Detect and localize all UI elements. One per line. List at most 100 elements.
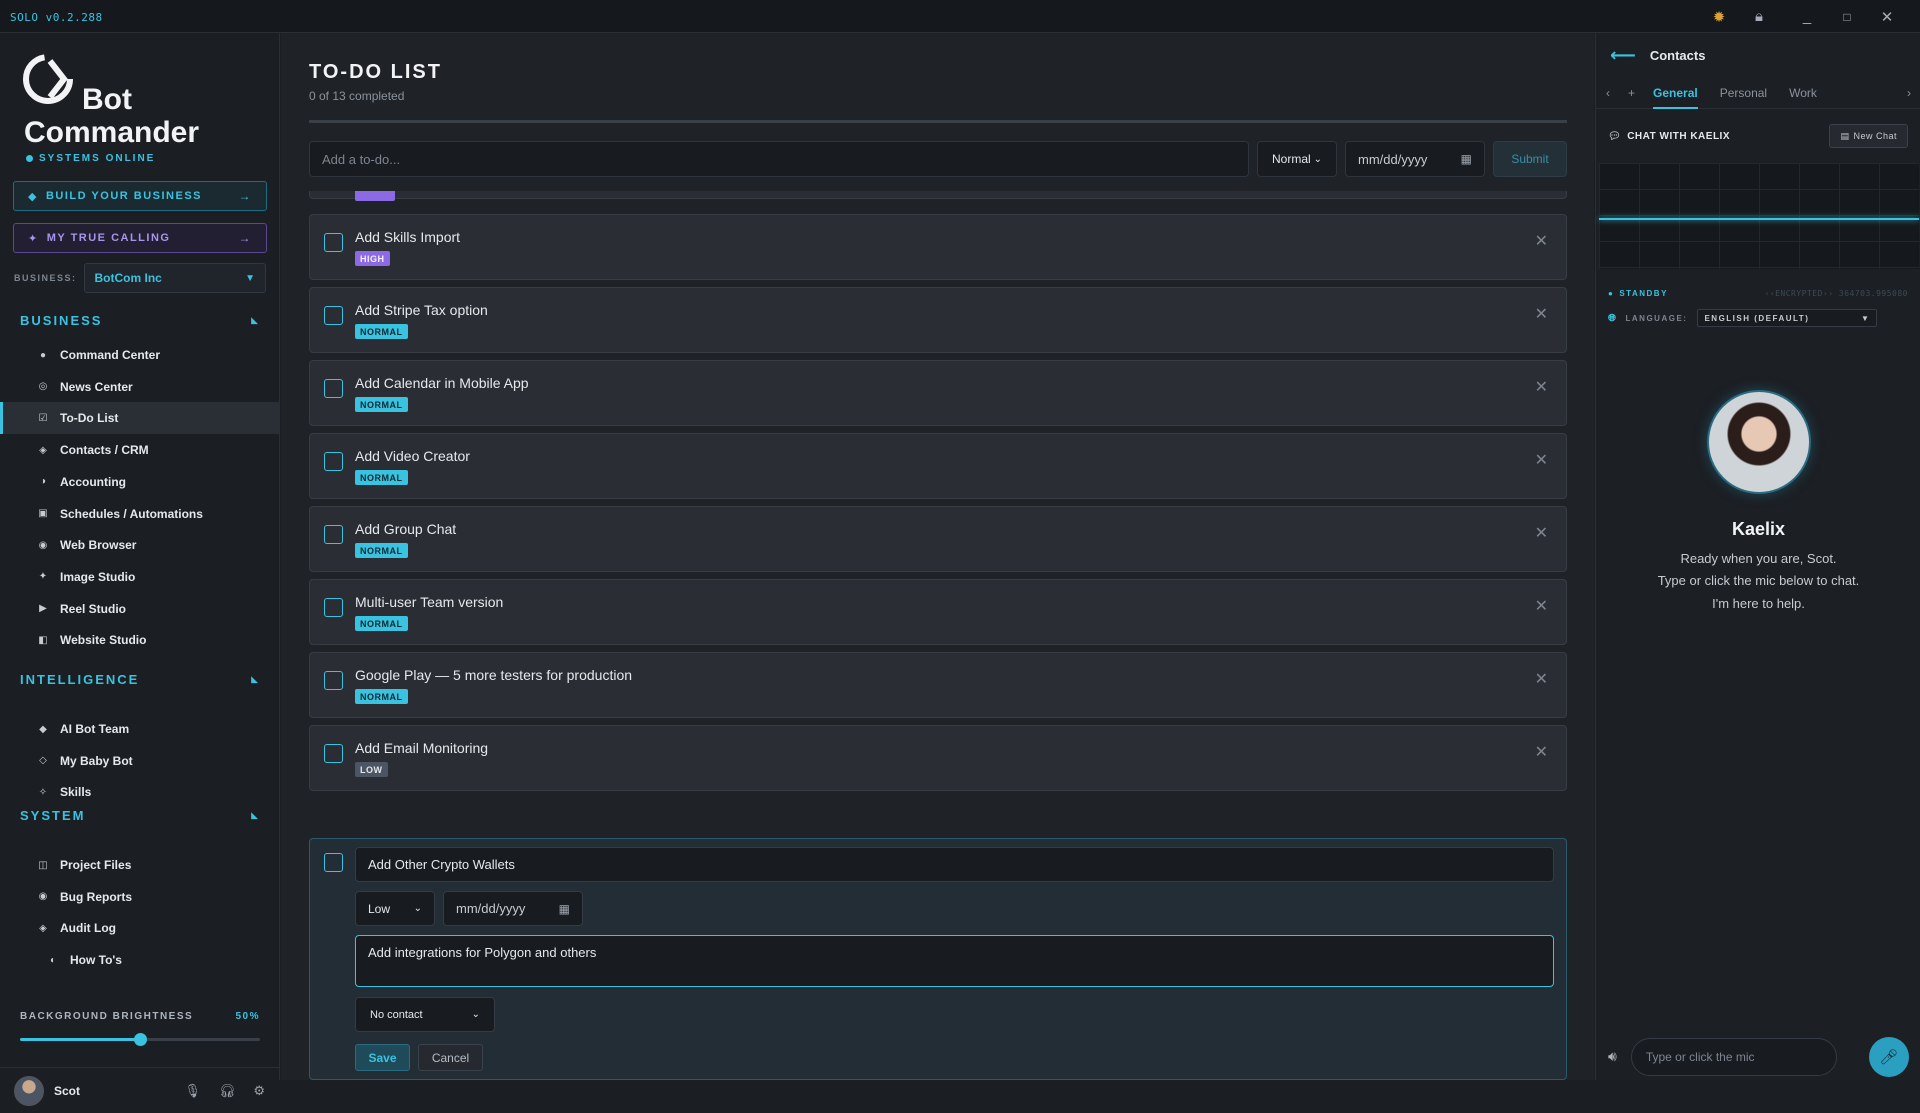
- todo-checkbox[interactable]: [324, 379, 343, 398]
- todo-text[interactable]: Add Calendar in Mobile App: [355, 375, 529, 391]
- gear-icon[interactable]: ⚙: [253, 1083, 265, 1099]
- submit-button[interactable]: Submit: [1493, 141, 1567, 177]
- todo-text[interactable]: Add Skills Import: [355, 229, 460, 245]
- todo-checkbox[interactable]: [324, 452, 343, 471]
- sidebar-item-audit-log[interactable]: ◈ Audit Log: [0, 912, 279, 944]
- delete-icon[interactable]: ✕: [1535, 523, 1548, 543]
- todo-text[interactable]: Add Video Creator: [355, 448, 470, 464]
- document-icon: ▤: [1840, 130, 1850, 141]
- chat-input[interactable]: Type or click the mic: [1630, 1037, 1837, 1076]
- nav-icon: ●: [39, 349, 47, 361]
- language-label: LANGUAGE:: [1625, 313, 1688, 323]
- sidebar-item-howtos[interactable]: ◐ How To's: [0, 944, 279, 976]
- plus-icon[interactable]: +: [1628, 86, 1635, 100]
- sidebar-item-image-studio[interactable]: ✦ Image Studio: [0, 561, 279, 593]
- delete-icon[interactable]: ✕: [1535, 742, 1548, 762]
- sidebar-item-accounting[interactable]: ◑ Accounting: [0, 466, 279, 498]
- language-select[interactable]: ENGLISH (DEFAULT) ▼: [1697, 309, 1878, 327]
- sun-icon[interactable]: ✹: [1699, 0, 1739, 33]
- delete-icon[interactable]: ✕: [1535, 669, 1548, 689]
- delete-icon[interactable]: ✕: [1535, 304, 1548, 324]
- edit-title-input[interactable]: Add Other Crypto Wallets: [355, 847, 1554, 882]
- sidebar-item-command-center[interactable]: ● Command Center: [0, 339, 279, 371]
- priority-select[interactable]: Normal ⌄: [1257, 141, 1337, 177]
- sidebar-item-website-studio[interactable]: ◧ Website Studio: [0, 624, 279, 656]
- sidebar-item-to-do-list[interactable]: ☑ To-Do List: [0, 402, 279, 435]
- business-select[interactable]: BotCom Inc ▼: [83, 263, 266, 293]
- due-date-input[interactable]: mm/dd/yyyy ▦: [1345, 141, 1485, 177]
- true-calling-button[interactable]: ✦ MY TRUE CALLING →: [13, 223, 267, 253]
- build-business-button[interactable]: ◆ BUILD YOUR BUSINESS →: [13, 181, 267, 211]
- delete-icon[interactable]: ✕: [1535, 377, 1548, 397]
- sidebar-item-news-center[interactable]: ◎ News Center: [0, 371, 279, 403]
- slider-knob[interactable]: [134, 1033, 147, 1046]
- chat-header: 💬︎ CHAT WITH KAELIX ▤ New Chat: [1608, 123, 1908, 149]
- status-dot-icon: [26, 154, 33, 162]
- priority-tag: [355, 191, 395, 201]
- avatar[interactable]: [14, 1075, 44, 1106]
- todo-checkbox[interactable]: [324, 598, 343, 617]
- todo-text[interactable]: Add Stripe Tax option: [355, 302, 488, 318]
- star-icon: ✦: [28, 232, 39, 245]
- todo-checkbox[interactable]: [324, 306, 343, 325]
- encrypted-readout: ‹‹ENCRYPTED›› 364703.995080: [1764, 289, 1908, 298]
- delete-icon[interactable]: ✕: [1535, 450, 1548, 470]
- tab-general[interactable]: General: [1653, 86, 1698, 109]
- delete-icon[interactable]: ✕: [1535, 231, 1548, 251]
- speaker-icon[interactable]: 🔊︎: [1608, 1048, 1617, 1065]
- headphones-icon[interactable]: 🎧︎: [219, 1083, 236, 1099]
- section-intelligence[interactable]: INTELLIGENCE ◣: [20, 672, 260, 687]
- sidebar-item-contacts-crm[interactable]: ◈ Contacts / CRM: [0, 434, 279, 466]
- sidebar-item-ai-bot-team[interactable]: ◆ AI Bot Team: [0, 713, 279, 745]
- back-arrow-icon[interactable]: ⟵: [1610, 45, 1636, 66]
- panel-title: Contacts: [1649, 47, 1706, 63]
- todo-checkbox[interactable]: [324, 233, 343, 252]
- sidebar-item-reel-studio[interactable]: ▶ Reel Studio: [0, 593, 279, 625]
- lock-icon[interactable]: 🔒︎: [1739, 0, 1779, 33]
- cancel-button[interactable]: Cancel: [418, 1044, 483, 1071]
- priority-tag: NORMAL: [355, 689, 408, 704]
- contact-select[interactable]: No contact ⌄: [355, 997, 495, 1032]
- edit-date-input[interactable]: mm/dd/yyyy ▦: [443, 891, 583, 926]
- maximize-button[interactable]: □: [1827, 0, 1867, 33]
- brightness-row: BACKGROUND BRIGHTNESS 50%: [20, 1011, 260, 1022]
- todo-text[interactable]: Google Play — 5 more testers for product…: [355, 667, 632, 683]
- section-business[interactable]: BUSINESS ◣: [20, 313, 260, 328]
- edit-priority-select[interactable]: Low ⌄: [355, 891, 435, 926]
- sidebar-item-my-baby-bot[interactable]: ◇ My Baby Bot: [0, 745, 279, 777]
- todo-checkbox[interactable]: [324, 744, 343, 763]
- section-system[interactable]: SYSTEM ◣: [20, 808, 260, 823]
- chevron-left-icon[interactable]: ‹: [1606, 86, 1610, 100]
- completed-count: 0 of 13 completed: [309, 89, 405, 103]
- sidebar-item-schedules-automations[interactable]: ▣ Schedules / Automations: [0, 498, 279, 530]
- sidebar-item-bug-reports[interactable]: ◉ Bug Reports: [0, 881, 279, 913]
- microphone-icon[interactable]: 🎙︎: [184, 1083, 201, 1099]
- todo-text[interactable]: Add Group Chat: [355, 521, 456, 537]
- brightness-slider[interactable]: [20, 1033, 260, 1046]
- nav-icon: ◑: [39, 476, 47, 488]
- tab-personal[interactable]: Personal: [1720, 86, 1767, 100]
- sidebar-item-project-files[interactable]: ◫ Project Files: [0, 849, 279, 881]
- todo-checkbox[interactable]: [324, 671, 343, 690]
- sidebar-item-web-browser[interactable]: ◉ Web Browser: [0, 529, 279, 561]
- chevron-right-icon[interactable]: ›: [1907, 86, 1911, 100]
- nav-icon: ◆: [39, 723, 47, 735]
- logo-mark-icon: [23, 54, 73, 104]
- edit-notes-textarea[interactable]: Add integrations for Polygon and others: [355, 935, 1554, 987]
- minimize-button[interactable]: _: [1787, 0, 1827, 33]
- close-button[interactable]: ✕: [1867, 0, 1907, 33]
- save-button[interactable]: Save: [355, 1044, 410, 1071]
- diamond-icon: ◆: [28, 190, 38, 203]
- delete-icon[interactable]: ✕: [1535, 596, 1548, 616]
- calendar-icon[interactable]: ▦: [1461, 152, 1472, 166]
- calendar-icon[interactable]: ▦: [559, 902, 570, 916]
- todo-checkbox[interactable]: [324, 525, 343, 544]
- new-chat-button[interactable]: ▤ New Chat: [1829, 124, 1908, 148]
- todo-text[interactable]: Multi-user Team version: [355, 594, 503, 610]
- sidebar-item-skills[interactable]: ✧ Skills: [0, 776, 279, 808]
- mic-button[interactable]: 🎤︎: [1869, 1036, 1909, 1077]
- todo-checkbox[interactable]: [324, 853, 343, 872]
- todo-text[interactable]: Add Email Monitoring: [355, 740, 488, 756]
- add-todo-input[interactable]: Add a to-do...: [309, 141, 1249, 177]
- tab-work[interactable]: Work: [1789, 86, 1817, 100]
